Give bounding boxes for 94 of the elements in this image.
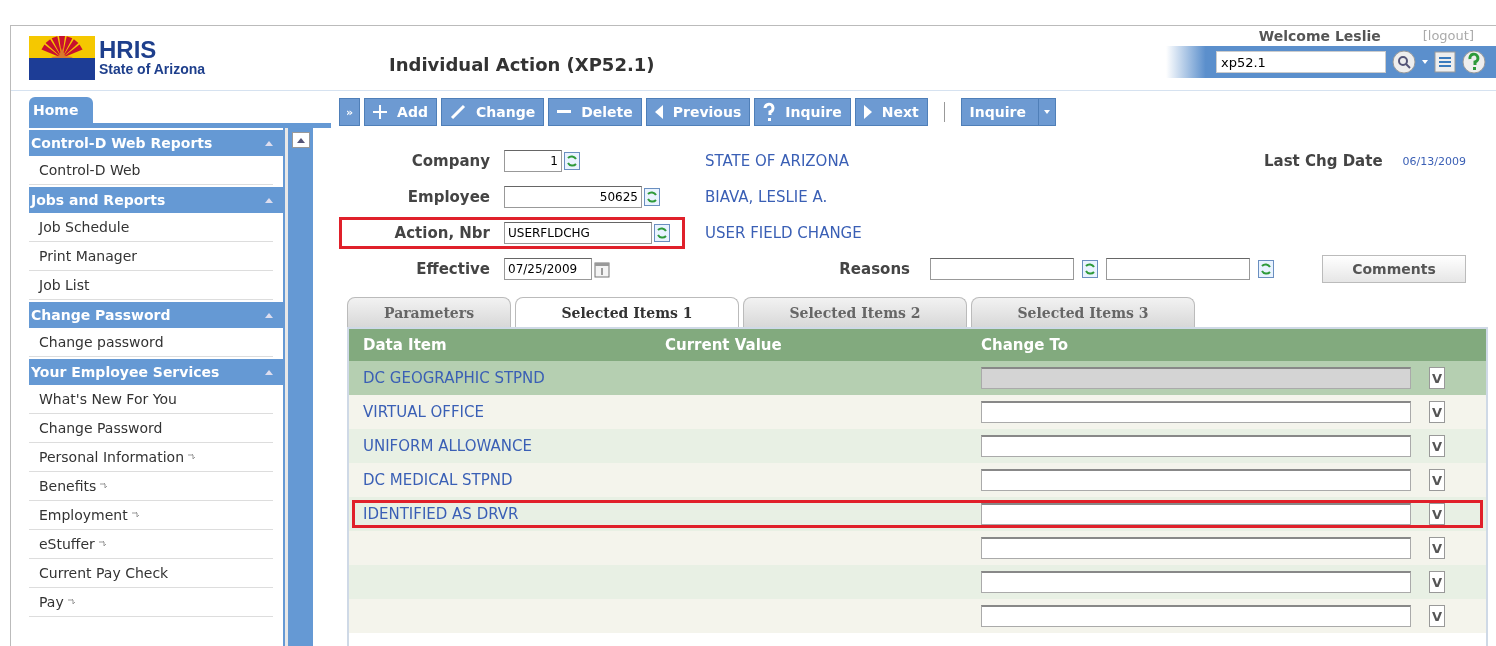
left-triangle-icon	[654, 105, 663, 119]
submenu-arrow-icon	[188, 454, 196, 460]
field-label: Last Chg Date	[1264, 152, 1384, 170]
submenu-arrow-icon	[67, 599, 76, 605]
dropdown-button[interactable]: V	[1429, 435, 1445, 457]
table-row[interactable]: V	[349, 565, 1486, 599]
tab[interactable]: Parameters	[347, 297, 511, 327]
field-label: Company	[411, 152, 491, 170]
table-row[interactable]: UNIFORM ALLOWANCE V	[349, 429, 1486, 463]
table-row[interactable]: DC MEDICAL STPND V	[349, 463, 1486, 497]
field-label: Effective	[416, 260, 491, 278]
field-label: Employee	[407, 188, 491, 206]
caret-icon[interactable]	[1422, 60, 1428, 64]
settings-icon[interactable]	[1434, 51, 1456, 73]
table-row[interactable]: V	[349, 531, 1486, 565]
question-icon	[763, 102, 776, 122]
table-row[interactable]: VIRTUAL OFFICE V	[349, 395, 1486, 429]
data-item-cell-text: IDENTIFIED AS DRVR	[363, 505, 520, 523]
collapse-caret-icon[interactable]	[265, 369, 273, 375]
change-to-field[interactable]	[981, 537, 1411, 559]
data-item-cell-text: VIRTUAL OFFICE	[363, 403, 485, 421]
reason-field[interactable]	[930, 258, 1074, 280]
change-to-field[interactable]	[981, 605, 1411, 627]
field-description: STATE OF ARIZONA	[705, 152, 849, 170]
sidebar-item[interactable]: Print Manager	[29, 242, 273, 271]
text-field[interactable]: 50625	[504, 186, 642, 208]
lookup-icon[interactable]	[1082, 260, 1098, 278]
tab[interactable]: Selected Items 2	[743, 297, 967, 327]
dropdown-button[interactable]: V	[1429, 537, 1445, 559]
brand-name: HRIS	[99, 39, 158, 61]
dropdown-button[interactable]: V	[1429, 605, 1445, 627]
sidebar-item[interactable]: Employment	[29, 501, 273, 530]
column-header: Current Value	[665, 336, 783, 354]
change-to-field[interactable]	[981, 401, 1411, 423]
collapse-caret-icon[interactable]	[265, 197, 273, 203]
dropdown-button[interactable]: V	[1429, 503, 1445, 525]
caret-icon	[1044, 110, 1050, 114]
sidebar-item[interactable]: Job Schedule	[29, 213, 273, 242]
dropdown-button[interactable]: V	[1429, 469, 1445, 491]
help-icon[interactable]	[1462, 50, 1486, 74]
change-to-field[interactable]	[981, 469, 1411, 491]
search-icon[interactable]	[1392, 50, 1416, 74]
sidebar-item[interactable]: Personal Information	[29, 443, 273, 472]
sidebar-item[interactable]: Change Password	[29, 414, 273, 443]
scroll-up-button[interactable]	[291, 132, 310, 148]
lookup-icon[interactable]	[1258, 260, 1274, 278]
submenu-arrow-icon	[98, 541, 107, 547]
dropdown-button[interactable]: V	[1429, 401, 1445, 423]
table-row[interactable]: IDENTIFIED AS DRVR V	[349, 497, 1486, 531]
last-change-date: 06/13/2009	[1402, 154, 1466, 168]
lookup-icon[interactable]	[564, 152, 580, 170]
tab[interactable]: Selected Items 1	[515, 297, 739, 327]
up-caret-icon	[296, 137, 305, 143]
minus-icon	[557, 110, 572, 114]
collapse-caret-icon[interactable]	[265, 312, 273, 318]
column-header: Data Item	[363, 336, 448, 354]
field-label: Action, Nbr	[394, 224, 491, 242]
text-field[interactable]: 07/25/2009	[504, 258, 592, 280]
submenu-arrow-icon	[131, 512, 140, 518]
welcome-text: Welcome Leslie	[1258, 28, 1381, 44]
field-description: BIAVA, LESLIE A.	[705, 188, 828, 206]
column-header: Change To	[981, 336, 1070, 354]
search-field[interactable]: xp52.1	[1216, 51, 1386, 73]
plus-icon	[373, 105, 388, 119]
data-item-cell-text: DC GEOGRAPHIC STPND	[363, 369, 546, 387]
change-to-field[interactable]	[981, 435, 1411, 457]
data-item-cell-text: UNIFORM ALLOWANCE	[363, 437, 533, 455]
brand-subtitle: State of Arizona	[99, 61, 207, 77]
page-title: Individual Action (XP52.1)	[389, 53, 656, 75]
sidebar-item[interactable]: Benefits	[29, 472, 273, 501]
change-to-field[interactable]	[981, 571, 1411, 593]
field-description: USER FIELD CHANGE	[705, 224, 862, 242]
submenu-arrow-icon	[100, 483, 109, 489]
sidebar-item[interactable]: What's New For You	[29, 385, 273, 414]
text-field[interactable]: 1	[504, 150, 562, 172]
reason-field[interactable]	[1106, 258, 1250, 280]
sidebar-item[interactable]: eStuffer	[29, 530, 273, 559]
dropdown-button[interactable]: V	[1429, 571, 1445, 593]
pencil-icon	[450, 104, 466, 120]
data-item-cell-text: DC MEDICAL STPND	[363, 471, 514, 489]
calendar-icon[interactable]	[594, 260, 610, 278]
sidebar-item[interactable]: Current Pay Check	[29, 559, 273, 588]
table-row[interactable]: V	[349, 599, 1486, 633]
comments-button[interactable]: Comments	[1322, 255, 1466, 283]
change-to-field[interactable]	[981, 503, 1411, 525]
lookup-icon[interactable]	[644, 188, 660, 206]
tab[interactable]: Selected Items 3	[971, 297, 1195, 327]
right-triangle-icon	[863, 105, 872, 119]
collapse-caret-icon[interactable]	[265, 140, 273, 146]
flag-logo-icon	[29, 36, 95, 80]
field-label: Reasons	[839, 260, 911, 278]
text-field[interactable]: USERFLDCHG	[504, 222, 652, 244]
sidebar-item[interactable]: Pay	[29, 588, 273, 617]
lookup-icon[interactable]	[654, 224, 670, 242]
